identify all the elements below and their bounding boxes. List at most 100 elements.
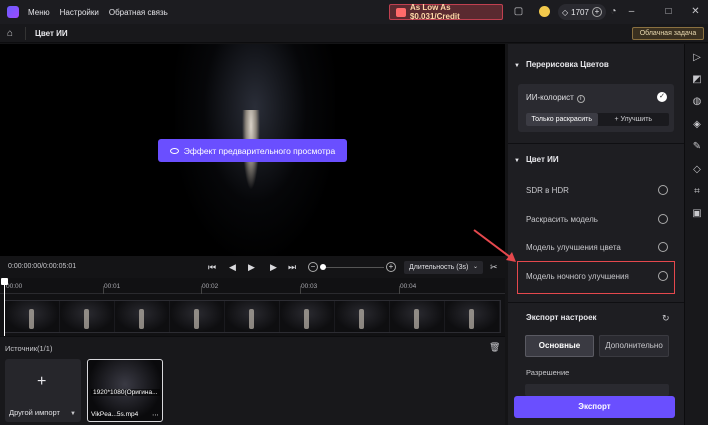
diamond-icon: ◇: [562, 7, 569, 17]
tick-label: 00:01: [104, 283, 121, 290]
thumbnail-frame: [280, 301, 335, 332]
crop-tool-icon[interactable]: ⌗: [691, 186, 703, 198]
feedback-menu[interactable]: Обратная связь: [109, 8, 168, 17]
clip-resolution: 1920*1080(Оригина...: [91, 389, 160, 396]
enhance-option[interactable]: + Улучшить: [598, 113, 670, 126]
eraser-tool-icon[interactable]: ◇: [691, 164, 703, 176]
radio-sdr-to-hdr[interactable]: [658, 185, 668, 195]
video-tool-icon[interactable]: ▷: [691, 52, 703, 64]
zoom-slider-handle[interactable]: [320, 264, 326, 270]
close-icon[interactable]: ✕: [690, 6, 701, 17]
tick-label: 00:04: [400, 283, 417, 290]
palette-tool-icon[interactable]: ◍: [691, 96, 703, 108]
tab-advanced[interactable]: Дополнительно: [599, 335, 669, 357]
collapse-icon: ▼: [514, 158, 520, 164]
duration-value: Длительность (3s): [409, 264, 469, 271]
export-video-icon[interactable]: ▣: [691, 208, 703, 220]
playhead-handle[interactable]: [1, 278, 8, 285]
promo-banner[interactable]: As Low As $0.031/Credit: [389, 3, 503, 21]
skip-end-icon[interactable]: ⏭: [288, 262, 296, 272]
cloud-task-button[interactable]: Облачная задача: [632, 27, 704, 40]
collapse-icon: ▼: [514, 63, 520, 69]
tick-label: 00:00: [6, 283, 23, 290]
check-icon[interactable]: ✓: [657, 92, 667, 102]
maximize-icon[interactable]: □: [663, 6, 674, 17]
plus-icon: +: [37, 373, 47, 390]
thumbnail-frame: [5, 301, 60, 332]
tool-strip: ▷ ◩ ◍ ◈ ✎ ◇ ⌗ ▣: [684, 44, 708, 425]
video-track[interactable]: [4, 300, 501, 333]
option-color-enhance-model[interactable]: Модель улучшения цвета: [526, 243, 621, 252]
ai-colorist-card[interactable]: ИИ-колорист i ✓ Только раскрасить + Улучш…: [518, 84, 674, 132]
resolution-select[interactable]: [525, 384, 669, 396]
skip-start-icon[interactable]: ⏮: [208, 262, 216, 272]
eye-icon: [169, 147, 179, 154]
option-colorize-model[interactable]: Раскрасить модель: [526, 215, 598, 224]
curve-tool-icon[interactable]: ◩: [691, 74, 703, 86]
thumbnail-frame: [115, 301, 170, 332]
credits-count: 1707: [571, 7, 589, 17]
radio-night-enhance-model[interactable]: [658, 271, 668, 281]
section-ai-color-header[interactable]: ▼ Цвет ИИ: [514, 155, 559, 164]
layers-tool-icon[interactable]: ◈: [691, 119, 703, 131]
divider: [25, 27, 26, 40]
timecode: 0:00:00:00/0:00:05:01: [8, 263, 77, 270]
thumbnail-frame: [225, 301, 280, 332]
promo-text: As Low As $0.031/Credit: [409, 3, 460, 21]
media-panel: Источник(1/1) 🗑 + Другой импорт ▼ 1920*1…: [0, 336, 505, 425]
option-sdr-to-hdr[interactable]: SDR в HDR: [526, 186, 569, 195]
step-back-icon[interactable]: ◀: [229, 262, 236, 272]
play-icon[interactable]: ▶: [248, 262, 255, 272]
radio-colorize-model[interactable]: [658, 214, 668, 224]
tab-basic[interactable]: Основные: [525, 335, 594, 357]
thumbnail-frame: [445, 301, 500, 332]
section-recolor-header[interactable]: ▼ Перерисовка Цветов: [514, 60, 609, 69]
info-icon[interactable]: i: [576, 95, 585, 103]
trash-icon[interactable]: 🗑: [489, 342, 500, 353]
credits-badge[interactable]: ◇ 1707 +: [558, 4, 606, 20]
gift-icon: [396, 7, 406, 17]
time-ruler[interactable]: 00:00 00:01 00:02 00:03 00:04: [0, 278, 505, 294]
thumbnail-frame: [170, 301, 225, 332]
refresh-icon[interactable]: ↻: [662, 313, 670, 324]
import-tile[interactable]: + Другой импорт ▼: [5, 359, 81, 422]
media-title: Источник(1/1): [5, 344, 53, 353]
media-clip[interactable]: 1920*1080(Оригина... VikPea...5s.mp4 ⋯: [87, 359, 163, 422]
notification-icon[interactable]: ◔: [608, 6, 619, 17]
zoom-in-icon[interactable]: +: [386, 262, 396, 272]
zoom-out-icon[interactable]: −: [308, 262, 318, 272]
divider: [508, 302, 684, 303]
option-night-enhance-model[interactable]: Модель ночного улучшения: [526, 272, 629, 281]
zoom-slider[interactable]: [322, 267, 384, 268]
thumbnail-frame: [60, 301, 115, 332]
resolution-label: Разрешение: [526, 368, 570, 377]
settings-panel: ▼ Перерисовка Цветов ИИ-колорист i ✓ Тольк…: [508, 44, 684, 425]
only-colorize-option[interactable]: Только раскрасить: [526, 113, 598, 126]
settings-menu[interactable]: Настройки: [60, 8, 99, 17]
playback-bar: 0:00:00:00/0:00:05:01 ⏮ ◀ ▶ ▶ ⏭ − + Длит…: [0, 256, 505, 278]
import-label: Другой импорт: [9, 408, 60, 417]
annotation-arrow: [473, 229, 516, 262]
timeline[interactable]: 00:00 00:01 00:02 00:03 00:04: [0, 278, 505, 336]
edit-tool-icon[interactable]: ✎: [691, 141, 703, 153]
radio-color-enhance-model[interactable]: [658, 242, 668, 252]
preview-effect-label: Эффект предварительного просмотра: [183, 145, 336, 156]
menu-button[interactable]: Меню: [28, 8, 50, 17]
page-title: Цвет ИИ: [35, 29, 68, 38]
export-button[interactable]: Экспорт: [514, 396, 675, 418]
home-icon[interactable]: ⌂: [7, 28, 18, 39]
coin-icon[interactable]: [539, 6, 550, 17]
step-forward-icon[interactable]: ▶: [270, 262, 277, 272]
minimize-icon[interactable]: –: [626, 6, 637, 17]
add-credits-icon[interactable]: +: [591, 7, 602, 17]
preview-effect-button[interactable]: Эффект предварительного просмотра: [158, 139, 347, 162]
more-icon[interactable]: ⋯: [152, 411, 159, 419]
thumbnail-frame: [390, 301, 445, 332]
colorize-mode-toggle[interactable]: Только раскрасить + Улучшить: [526, 113, 669, 126]
chat-icon[interactable]: ▢: [513, 6, 524, 17]
thumbnail-frame: [335, 301, 390, 332]
playhead[interactable]: [4, 278, 5, 336]
section-title: Цвет ИИ: [525, 155, 559, 164]
sub-header: ⌂ Цвет ИИ Облачная задача: [0, 24, 708, 43]
chevron-down-icon[interactable]: ▼: [70, 411, 76, 417]
